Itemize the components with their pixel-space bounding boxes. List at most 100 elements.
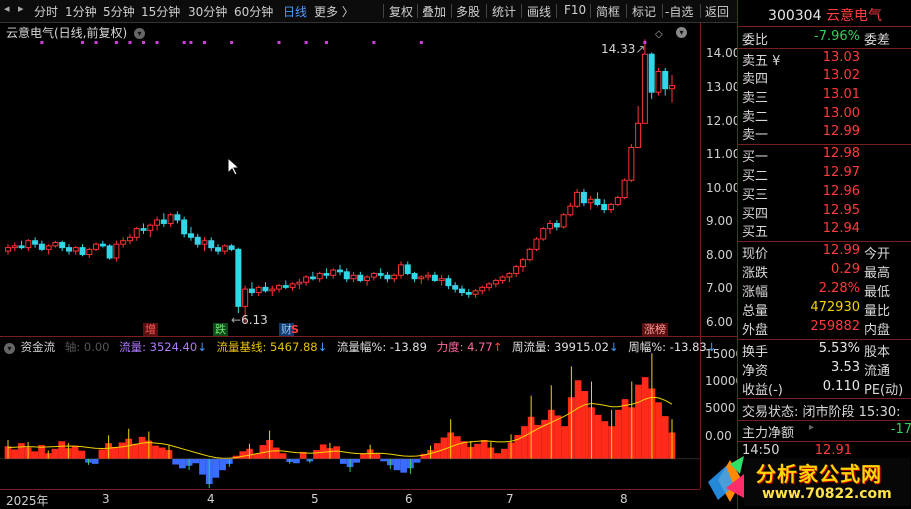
candle-body[interactable] — [492, 279, 499, 285]
period-tab-1min[interactable]: 1分钟 — [65, 3, 97, 20]
fuquan-button[interactable]: 复权 — [389, 3, 413, 20]
candle-body[interactable] — [269, 288, 276, 292]
candle-body[interactable] — [357, 274, 364, 281]
candle-body[interactable] — [215, 247, 222, 252]
candle-body[interactable] — [316, 273, 323, 280]
candle-body[interactable] — [45, 245, 52, 250]
annotation-s[interactable]: S — [289, 323, 301, 336]
period-tab-60min[interactable]: 60分钟 — [234, 3, 273, 20]
candle-body[interactable] — [147, 224, 154, 231]
candle-body[interactable] — [377, 273, 384, 276]
candle-body[interactable] — [79, 247, 86, 256]
candle-body[interactable] — [364, 276, 371, 281]
candle-body[interactable] — [384, 274, 391, 280]
candle-body[interactable] — [513, 266, 520, 275]
candle-body[interactable] — [614, 197, 621, 205]
candle-body[interactable] — [594, 198, 601, 205]
candle-body[interactable] — [526, 248, 533, 261]
candle-body[interactable] — [174, 214, 181, 221]
candle-body[interactable] — [303, 276, 310, 283]
period-tab-fenshi[interactable]: 分时 — [34, 3, 58, 20]
candle-body[interactable] — [52, 241, 59, 247]
candle-body[interactable] — [547, 222, 554, 230]
candle-body[interactable] — [533, 238, 540, 250]
period-tab-daily[interactable]: 日线 — [283, 3, 307, 20]
multi-stock-button[interactable]: 多股 — [456, 3, 480, 20]
candle-body[interactable] — [580, 191, 587, 204]
candle-body[interactable] — [262, 286, 269, 292]
candle-body[interactable] — [309, 276, 316, 280]
annotation-drop[interactable]: 跌 — [213, 323, 228, 336]
bid-row[interactable]: 买三 12.96 — [742, 184, 910, 203]
candle-body[interactable] — [425, 274, 432, 278]
candle-body[interactable] — [350, 274, 357, 280]
candle-body[interactable] — [397, 264, 404, 276]
candle-body[interactable] — [323, 273, 330, 276]
candle-body[interactable] — [479, 286, 486, 292]
candle-body[interactable] — [574, 191, 581, 207]
candle-body[interactable] — [343, 271, 350, 280]
candle-body[interactable] — [465, 292, 472, 295]
candle-body[interactable] — [330, 269, 337, 276]
candle-body[interactable] — [72, 247, 79, 252]
candle-body[interactable] — [655, 70, 662, 93]
candle-body[interactable] — [167, 214, 174, 224]
candle-body[interactable] — [628, 146, 635, 181]
period-tab-15min[interactable]: 15分钟 — [141, 3, 180, 20]
candle-body[interactable] — [38, 243, 45, 250]
candle-body[interactable] — [370, 273, 377, 278]
candle-body[interactable] — [567, 205, 574, 216]
candle-body[interactable] — [276, 285, 283, 290]
bid-row[interactable]: 买二 12.97 — [742, 165, 910, 184]
candle-body[interactable] — [32, 240, 39, 245]
candle-body[interactable] — [255, 286, 262, 294]
candle-body[interactable] — [431, 274, 438, 281]
candle-body[interactable] — [208, 240, 215, 249]
ask-row[interactable]: 卖一 12.99 — [742, 124, 910, 143]
candle-body[interactable] — [228, 245, 235, 250]
candle-body[interactable] — [221, 245, 228, 252]
candle-body[interactable] — [337, 269, 343, 273]
candle-body[interactable] — [472, 290, 479, 295]
ask-row[interactable]: 卖三 13.01 — [742, 87, 910, 106]
bid-row[interactable]: 买一 12.98 — [742, 146, 910, 165]
candlestick-chart[interactable] — [0, 22, 700, 337]
ask-row[interactable]: 卖五 ¥13.03 — [742, 50, 910, 69]
self-select-button[interactable]: -自选 — [665, 3, 693, 20]
candle-body[interactable] — [452, 285, 459, 290]
candle-body[interactable] — [608, 203, 615, 211]
period-tab-more[interactable]: 更多 〉 — [314, 3, 354, 20]
candle-body[interactable] — [553, 222, 560, 228]
candle-body[interactable] — [106, 245, 113, 259]
candle-body[interactable] — [418, 276, 425, 280]
candle-body[interactable] — [648, 53, 655, 93]
candle-body[interactable] — [289, 283, 296, 288]
scroll-right-icon[interactable]: ▸ — [18, 2, 24, 15]
candle-body[interactable] — [438, 278, 445, 281]
candle-body[interactable] — [540, 228, 547, 240]
candle-body[interactable] — [560, 214, 567, 228]
annotation-increase[interactable]: 增 — [143, 323, 158, 336]
candle-body[interactable] — [65, 247, 72, 252]
scroll-left-icon[interactable]: ◂ — [4, 2, 10, 15]
candle-body[interactable] — [282, 285, 289, 288]
bid-row[interactable]: 买四 12.95 — [742, 203, 910, 222]
candle-body[interactable] — [519, 259, 526, 268]
candle-body[interactable] — [187, 233, 194, 238]
candle-body[interactable] — [445, 278, 452, 287]
candle-body[interactable] — [242, 288, 249, 307]
bid-row[interactable]: 买五 12.94 — [742, 221, 910, 240]
chart-settings-icon[interactable]: ▾ — [676, 27, 687, 38]
fund-flow-chart[interactable] — [0, 352, 700, 488]
candle-body[interactable] — [120, 240, 127, 245]
candle-body[interactable] — [404, 264, 411, 275]
back-button[interactable]: 返回 — [705, 3, 729, 20]
candle-body[interactable] — [201, 240, 208, 245]
candle-body[interactable] — [18, 245, 25, 249]
candle-body[interactable] — [662, 70, 669, 90]
candle-body[interactable] — [391, 274, 398, 280]
annotation-limit-up-list[interactable]: 涨榜 — [642, 323, 668, 336]
f10-button[interactable]: F10 — [564, 3, 586, 17]
candle-body[interactable] — [133, 228, 140, 238]
candle-body[interactable] — [160, 219, 167, 224]
